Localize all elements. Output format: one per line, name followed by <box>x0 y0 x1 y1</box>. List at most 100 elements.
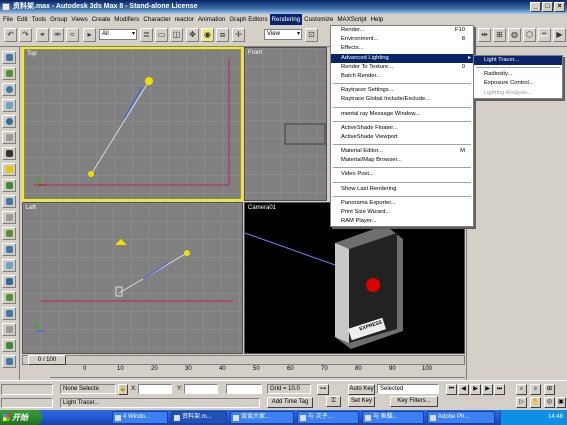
sphere-icon[interactable] <box>2 83 16 96</box>
menu-item-render-to-texture[interactable]: Render To Texture... 0 <box>331 63 473 72</box>
orbit-icon[interactable]: ◎ <box>544 397 555 408</box>
undo-icon[interactable]: ↶ <box>4 28 17 42</box>
link-icon[interactable]: ⚭ <box>36 28 49 42</box>
task-3dsmax[interactable]: 资料架.m... <box>171 411 227 424</box>
task-photoshop[interactable]: Adobe Ph... <box>427 411 495 424</box>
maxscript-mini-listener[interactable] <box>1 398 53 408</box>
bend-modifier-icon[interactable] <box>2 243 16 256</box>
menu-item-ram-player[interactable]: RAM Player... <box>331 217 473 226</box>
select-move-icon[interactable]: ✥ <box>186 28 199 42</box>
menu-item-material-map-browser[interactable]: Material/Map Browser... <box>331 156 473 165</box>
reference-coordinate-dropdown[interactable]: View <box>264 29 302 40</box>
menu-item-render[interactable]: Render... F10 <box>331 26 473 35</box>
lock-selection-icon[interactable]: 🔒 <box>118 384 128 395</box>
align-icon[interactable]: ⊞ <box>493 28 506 42</box>
y-coordinate-field[interactable] <box>184 384 218 394</box>
render-last-icon[interactable]: ▶ <box>553 28 566 42</box>
space-warp-icon[interactable] <box>2 211 16 224</box>
teapot-icon[interactable] <box>2 99 16 112</box>
bind-space-warp-icon[interactable]: ≈ <box>66 28 79 42</box>
task-chat-1[interactable]: 与 次子... <box>297 411 359 424</box>
x-coordinate-field[interactable] <box>138 384 172 394</box>
menu-group[interactable]: Group <box>48 14 69 25</box>
menu-modifiers[interactable]: Modifiers <box>112 14 141 25</box>
select-object-icon[interactable]: ▸ <box>83 28 96 42</box>
minimize-button[interactable]: _ <box>530 2 541 12</box>
viewport-left[interactable]: Left <box>22 202 243 354</box>
next-frame-icon[interactable]: ▶ <box>482 384 493 395</box>
key-filters-button[interactable]: Key Filters... <box>390 396 438 407</box>
helper-icon[interactable] <box>2 195 16 208</box>
menu-rendering[interactable]: Rendering <box>269 14 303 25</box>
window-crossing-icon[interactable]: ◫ <box>170 28 183 42</box>
light-object-icon[interactable] <box>2 163 16 176</box>
menu-item-material-editor[interactable]: Material Editor... M <box>331 147 473 156</box>
z-coordinate-field[interactable] <box>226 384 262 394</box>
menu-item-activeshade-viewport[interactable]: ActiveShade Viewport <box>331 133 473 142</box>
unlink-icon[interactable]: ⚮ <box>51 28 64 42</box>
quick-render-icon[interactable]: ☕ <box>538 28 551 42</box>
menu-item-raytrace-global-include-exclude[interactable]: Raytrace Global Include/Exclude... <box>331 95 473 104</box>
uvw-modifier-icon[interactable] <box>2 323 16 336</box>
go-to-start-icon[interactable]: ⏮ <box>446 384 457 395</box>
menu-views[interactable]: Views <box>69 14 89 25</box>
menu-animation[interactable]: Animation <box>196 14 228 25</box>
camera-object-icon[interactable] <box>2 147 16 160</box>
menu-item-radiosity[interactable]: Radiosity... <box>474 70 562 79</box>
menu-maxscript[interactable]: MAXScript <box>335 14 368 25</box>
clock[interactable]: 14:48 <box>548 414 563 420</box>
set-key-button[interactable]: Set Key <box>348 396 375 407</box>
menu-item-exposure-control[interactable]: Exposure Control... <box>474 79 562 88</box>
box-icon[interactable] <box>2 51 16 64</box>
menu-item-advanced-lighting[interactable]: Advanced Lighting ▸ <box>331 53 473 63</box>
menu-item-mental-ray-message-window[interactable]: mental ray Message Window... <box>331 110 473 119</box>
twist-modifier-icon[interactable] <box>2 275 16 288</box>
viewport-front[interactable]: Front <box>244 47 327 201</box>
ffd-modifier-icon[interactable] <box>2 307 16 320</box>
viewport-top[interactable]: Top <box>22 47 243 201</box>
plane-icon[interactable] <box>2 131 16 144</box>
redo-icon[interactable]: ↷ <box>19 28 32 42</box>
maximize-button[interactable]: □ <box>542 2 553 12</box>
particle-icon[interactable] <box>2 339 16 352</box>
cylinder-icon[interactable] <box>2 67 16 80</box>
menu-file[interactable]: File <box>1 14 15 25</box>
key-mode-dropdown[interactable]: Selected <box>377 384 439 394</box>
go-to-end-icon[interactable]: ⏭ <box>494 384 505 395</box>
menu-item-video-post[interactable]: Video Post... <box>331 170 473 179</box>
maximize-viewport-icon[interactable]: ▣ <box>556 397 566 408</box>
task-windows[interactable]: 4 Windo... <box>112 411 168 424</box>
menu-create[interactable]: Create <box>90 14 113 25</box>
maxscript-listener-field[interactable] <box>1 384 53 395</box>
mirror-icon[interactable]: ⇹ <box>478 28 491 42</box>
select-by-name-icon[interactable]: ≣ <box>140 28 153 42</box>
menu-graph-editors[interactable]: Graph Editors <box>227 14 269 25</box>
track-bar-ruler[interactable]: 0 10 20 30 40 50 60 70 80 90 100 <box>50 366 465 378</box>
play-icon[interactable]: ▶ <box>470 384 481 395</box>
taper-modifier-icon[interactable] <box>2 259 16 272</box>
fov-icon[interactable]: ▷ <box>516 397 527 408</box>
reactor-icon[interactable] <box>2 355 16 368</box>
torus-icon[interactable] <box>2 115 16 128</box>
selection-filter-dropdown[interactable]: All <box>99 29 137 40</box>
menu-customize[interactable]: Customize <box>302 14 335 25</box>
select-rotate-icon[interactable]: ◉ <box>201 28 214 42</box>
zoom-icon[interactable]: ⌕ <box>516 384 527 395</box>
add-time-tag-button[interactable]: Add Time Tag <box>267 397 313 408</box>
close-button[interactable]: × <box>554 2 565 12</box>
time-slider-track[interactable] <box>22 355 465 365</box>
task-browser[interactable]: 谈谈大家... <box>230 411 294 424</box>
render-scene-icon[interactable]: ⬡ <box>523 28 536 42</box>
previous-frame-icon[interactable]: ◀ <box>458 384 469 395</box>
menu-edit[interactable]: Edit <box>15 14 30 25</box>
select-scale-icon[interactable]: ⧈ <box>216 28 229 42</box>
shape-line-icon[interactable] <box>2 179 16 192</box>
menu-item-environment[interactable]: Environment... 8 <box>331 35 473 44</box>
menu-item-print-size-wizard[interactable]: Print Size Wizard... <box>331 208 473 217</box>
menu-character[interactable]: Character <box>141 14 172 25</box>
menu-help[interactable]: Help <box>369 14 386 25</box>
pivot-icon[interactable]: ⊡ <box>305 28 318 42</box>
start-button[interactable]: 开始 <box>0 410 42 425</box>
menu-item-show-last-rendering[interactable]: Show Last Rendering <box>331 185 473 194</box>
key-mode-icon[interactable]: ⊶ <box>317 384 329 395</box>
